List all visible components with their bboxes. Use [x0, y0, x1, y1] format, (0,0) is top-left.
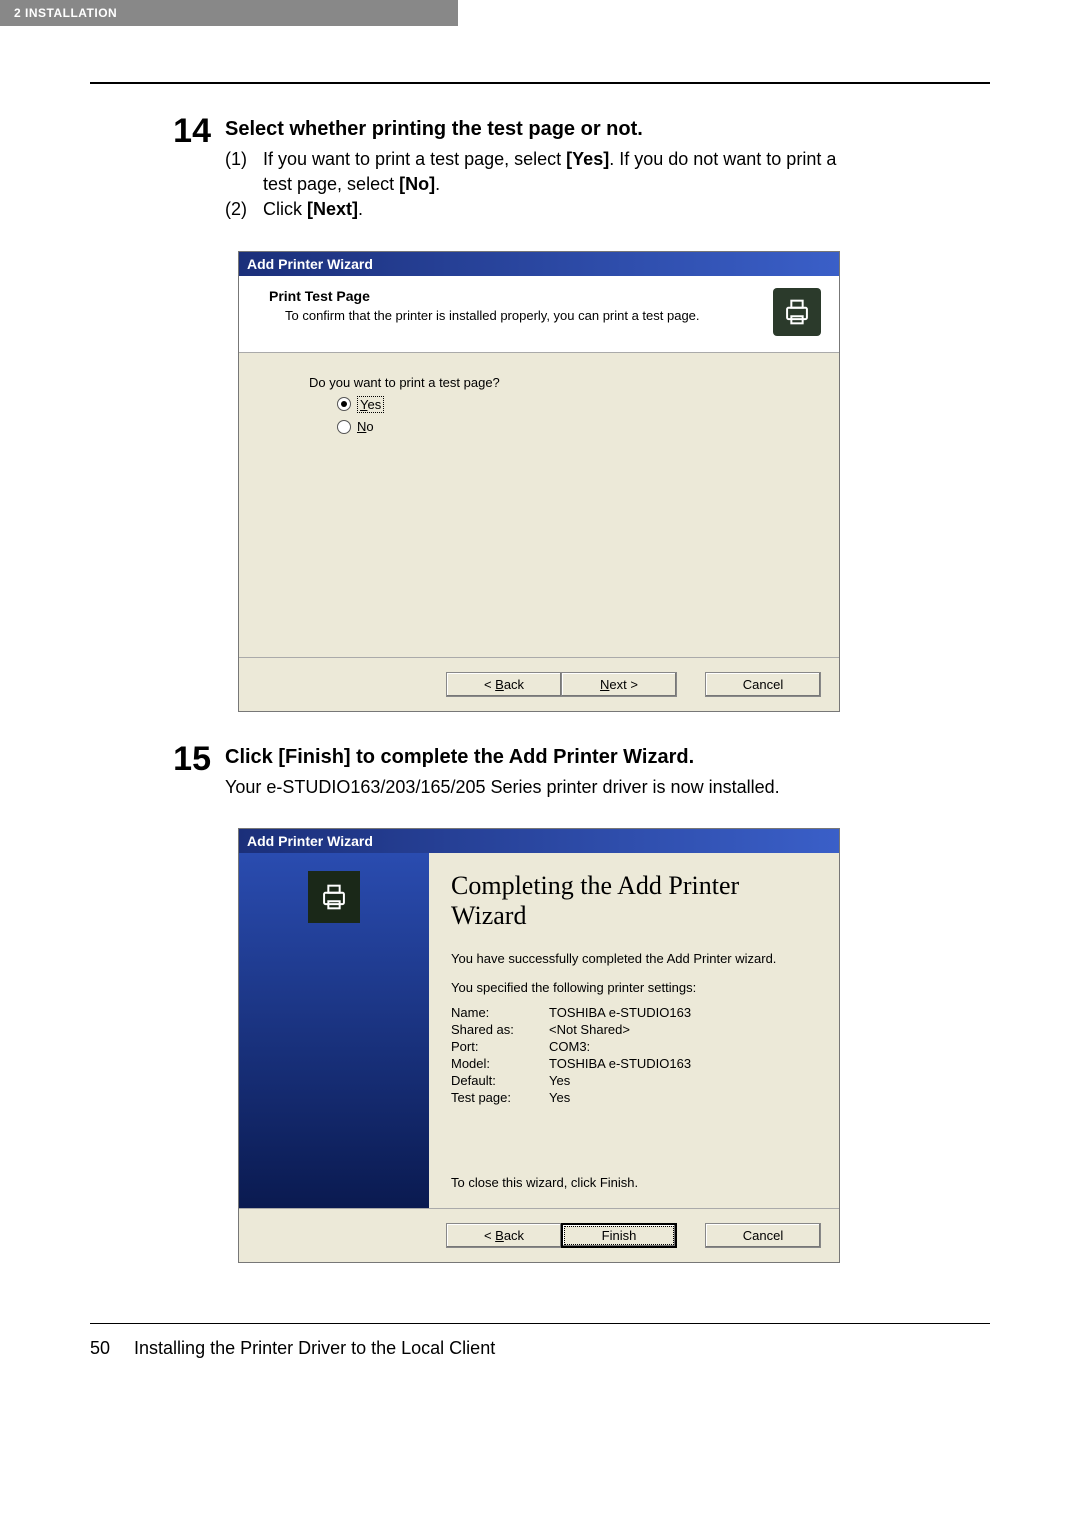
text: .: [358, 199, 363, 219]
radio-dot-icon: [337, 397, 351, 411]
wizard-header-subtitle: To confirm that the printer is installed…: [269, 308, 700, 323]
mnemonic: N: [600, 677, 609, 692]
top-rule: [90, 82, 990, 84]
wizard-titlebar: Add Printer Wizard: [239, 252, 839, 276]
key: Name:: [451, 1005, 549, 1020]
list-index: (2): [225, 197, 255, 222]
step14-line2: (2) Click [Next].: [225, 197, 850, 222]
value: Yes: [549, 1090, 570, 1105]
setting-shared: Shared as:<Not Shared>: [451, 1022, 817, 1037]
page-number: 50: [90, 1338, 110, 1359]
wizard-body: Do you want to print a test page? Yes No: [239, 353, 839, 657]
cancel-button[interactable]: Cancel: [705, 1223, 821, 1248]
text: ack: [504, 1228, 524, 1243]
radio-yes[interactable]: Yes: [337, 396, 805, 413]
printer-icon: [308, 871, 360, 923]
printer-settings-summary: Name:TOSHIBA e-STUDIO163 Shared as:<Not …: [451, 1005, 817, 1105]
radio-label: Yes: [357, 396, 384, 413]
text: <: [484, 677, 495, 692]
wizard-button-row: < Back Next > Cancel: [239, 657, 839, 711]
text: es: [367, 397, 381, 412]
step14-line1: (1) If you want to print a test page, se…: [225, 147, 850, 197]
step-14: 14 Select whether printing the test page…: [165, 114, 850, 225]
value: Yes: [549, 1073, 570, 1088]
wizard-msg: You have successfully completed the Add …: [451, 951, 817, 966]
step-number: 14: [165, 114, 211, 148]
setting-default: Default:Yes: [451, 1073, 817, 1088]
page-footer: 50 Installing the Printer Driver to the …: [90, 1338, 990, 1359]
finish-button[interactable]: Finish: [561, 1223, 677, 1248]
mnemonic: B: [495, 1228, 504, 1243]
step-15: 15 Click [Finish] to complete the Add Pr…: [165, 742, 850, 802]
key: Port:: [451, 1039, 549, 1054]
radio-empty-icon: [337, 420, 351, 434]
setting-model: Model:TOSHIBA e-STUDIO163: [451, 1056, 817, 1071]
bold-text: [No]: [399, 174, 435, 194]
value: TOSHIBA e-STUDIO163: [549, 1056, 691, 1071]
list-index: (1): [225, 147, 255, 197]
text: ext >: [609, 677, 638, 692]
key: Model:: [451, 1056, 549, 1071]
next-button[interactable]: Next >: [561, 672, 677, 697]
radio-no[interactable]: No: [337, 419, 805, 435]
setting-testpage: Test page:Yes: [451, 1090, 817, 1105]
text: Click: [263, 199, 307, 219]
text: <: [484, 1228, 495, 1243]
text: ack: [504, 677, 524, 692]
step-title: Click [Finish] to complete the Add Print…: [225, 746, 850, 769]
wizard-header-title: Print Test Page: [269, 288, 700, 304]
value: COM3:: [549, 1039, 590, 1054]
wizard-titlebar: Add Printer Wizard: [239, 829, 839, 853]
wizard-msg: You specified the following printer sett…: [451, 980, 817, 995]
text: .: [435, 174, 440, 194]
footer-text: Installing the Printer Driver to the Loc…: [134, 1338, 495, 1359]
back-button[interactable]: < Back: [446, 1223, 561, 1248]
list-text: Click [Next].: [263, 197, 850, 222]
bold-text: [Yes]: [566, 149, 609, 169]
wizard-button-row: < Back Finish Cancel: [239, 1208, 839, 1262]
mnemonic: B: [495, 677, 504, 692]
step-title: Select whether printing the test page or…: [225, 118, 850, 141]
mnemonic: N: [357, 419, 366, 434]
wizard-completing: Add Printer Wizard Completing the Add Pr…: [238, 828, 840, 1263]
setting-port: Port:COM3:: [451, 1039, 817, 1054]
key: Default:: [451, 1073, 549, 1088]
bold-text: [Next]: [307, 199, 358, 219]
step-body-text: Your e-STUDIO163/203/165/205 Series prin…: [225, 775, 850, 800]
wizard-header: Print Test Page To confirm that the prin…: [239, 276, 839, 353]
wizard-side-panel: [239, 853, 429, 1208]
text: If you want to print a test page, select: [263, 149, 566, 169]
wizard-question: Do you want to print a test page?: [309, 375, 805, 390]
wizard-print-test-page: Add Printer Wizard Print Test Page To co…: [238, 251, 840, 712]
list-text: If you want to print a test page, select…: [263, 147, 850, 197]
value: TOSHIBA e-STUDIO163: [549, 1005, 691, 1020]
wizard-completing-title: Completing the Add Printer Wizard: [451, 871, 817, 931]
back-button[interactable]: < Back: [446, 672, 561, 697]
key: Shared as:: [451, 1022, 549, 1037]
setting-name: Name:TOSHIBA e-STUDIO163: [451, 1005, 817, 1020]
printer-icon: [773, 288, 821, 336]
step-number: 15: [165, 742, 211, 776]
cancel-button[interactable]: Cancel: [705, 672, 821, 697]
text: o: [366, 419, 373, 434]
wizard-close-msg: To close this wizard, click Finish.: [451, 1175, 817, 1190]
radio-label: No: [357, 419, 374, 435]
wizard-right-pane: Completing the Add Printer Wizard You ha…: [429, 853, 839, 1208]
value: <Not Shared>: [549, 1022, 630, 1037]
key: Test page:: [451, 1090, 549, 1105]
chapter-header: 2 INSTALLATION: [0, 0, 458, 26]
footer-rule: [90, 1323, 990, 1324]
